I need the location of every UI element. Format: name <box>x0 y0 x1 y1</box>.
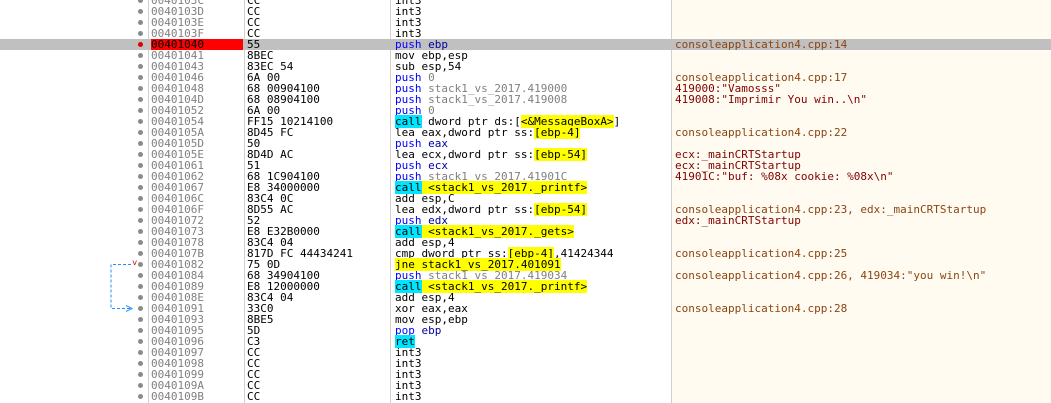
breakpoint-toggle-icon[interactable] <box>138 306 143 311</box>
instruction-address: 0040109B <box>151 390 204 403</box>
disassembly-view[interactable]: 0040103C CC int3 0040103D CC int3 0040103E CC in… <box>0 0 1051 403</box>
breakpoint-toggle-icon[interactable] <box>138 163 143 168</box>
instruction-row[interactable]: 0040109B CC int3 <box>0 391 1051 402</box>
breakpoint-toggle-icon[interactable] <box>138 328 143 333</box>
breakpoint-toggle-icon[interactable] <box>138 273 143 278</box>
breakpoint-toggle-icon[interactable] <box>138 75 143 80</box>
breakpoint-toggle-icon[interactable] <box>138 350 143 355</box>
breakpoint-toggle-icon[interactable] <box>138 108 143 113</box>
breakpoint-toggle-icon[interactable] <box>138 53 143 58</box>
breakpoint-toggle-icon[interactable] <box>138 207 143 212</box>
breakpoint-toggle-icon[interactable] <box>138 284 143 289</box>
breakpoint-toggle-icon[interactable] <box>138 295 143 300</box>
breakpoint-toggle-icon[interactable] <box>138 339 143 344</box>
breakpoint-toggle-icon[interactable] <box>138 152 143 157</box>
instruction-comment: 41901C:"buf: %08x cookie: %08x\n" <box>675 171 894 182</box>
breakpoint-toggle-icon[interactable] <box>138 383 143 388</box>
breakpoint-toggle-icon[interactable] <box>138 229 143 234</box>
instruction-bytes: CC <box>247 390 261 403</box>
instruction-comment: consoleapplication4.cpp:26, 419034:"you … <box>675 270 986 281</box>
breakpoint-toggle-icon[interactable] <box>138 130 143 135</box>
breakpoint-toggle-icon[interactable] <box>138 262 143 267</box>
instruction-mnemonic: int3 <box>395 390 422 403</box>
instruction-comment: consoleapplication4.cpp:22 <box>675 127 847 138</box>
instruction-comment: 419008:"Imprimir You win..\n" <box>675 94 867 105</box>
breakpoint-toggle-icon[interactable] <box>138 0 143 3</box>
instruction-text: int3 <box>395 391 422 402</box>
instruction-comment: consoleapplication4.cpp:14 <box>675 39 847 50</box>
instruction-comment: consoleapplication4.cpp:28 <box>675 303 847 314</box>
breakpoint-toggle-icon[interactable] <box>138 251 143 256</box>
breakpoint-toggle-icon[interactable] <box>138 64 143 69</box>
breakpoint-toggle-icon[interactable] <box>138 394 143 399</box>
breakpoint-toggle-icon[interactable] <box>138 372 143 377</box>
breakpoint-toggle-icon[interactable] <box>138 196 143 201</box>
breakpoint-toggle-icon[interactable] <box>138 141 143 146</box>
instruction-comment: edx:_mainCRTStartup <box>675 215 801 226</box>
breakpoint-toggle-icon[interactable] <box>138 240 143 245</box>
breakpoint-toggle-icon[interactable] <box>138 86 143 91</box>
jump-down-icon: ˅ <box>132 259 138 269</box>
breakpoint-toggle-icon[interactable] <box>138 317 143 322</box>
instruction-list: 0040103C CC int3 0040103D CC int3 0040103E CC in… <box>0 0 1051 402</box>
breakpoint-toggle-icon[interactable] <box>138 174 143 179</box>
breakpoint-toggle-icon[interactable] <box>138 20 143 25</box>
breakpoint-icon[interactable] <box>138 42 143 47</box>
breakpoint-toggle-icon[interactable] <box>138 119 143 124</box>
breakpoint-toggle-icon[interactable] <box>138 218 143 223</box>
breakpoint-toggle-icon[interactable] <box>138 97 143 102</box>
breakpoint-toggle-icon[interactable] <box>138 9 143 14</box>
breakpoint-toggle-icon[interactable] <box>138 185 143 190</box>
breakpoint-toggle-icon[interactable] <box>138 361 143 366</box>
breakpoint-toggle-icon[interactable] <box>138 31 143 36</box>
instruction-comment: consoleapplication4.cpp:25 <box>675 248 847 259</box>
